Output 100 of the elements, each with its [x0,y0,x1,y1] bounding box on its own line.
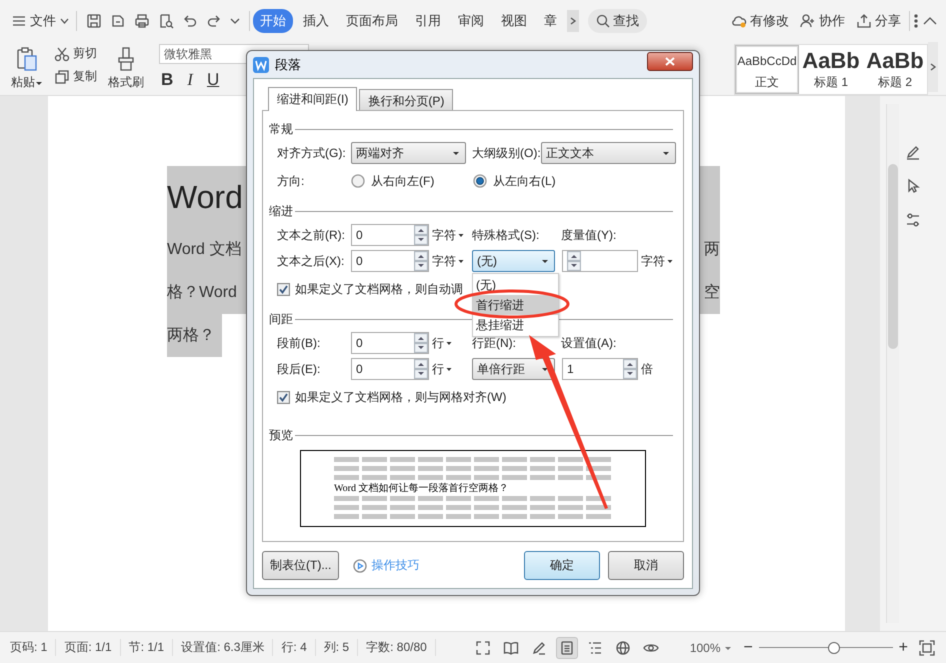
spin-arrows-icon[interactable] [414,333,428,353]
status-field: 字数: 80/80 [358,639,436,656]
number-field[interactable] [562,250,638,272]
ok-button[interactable]: 确定 [524,551,600,580]
zoom-level-dropdown[interactable]: 100% [684,640,738,656]
close-button[interactable] [647,52,693,71]
status-field: 列: 5 [316,639,358,656]
paste-button[interactable]: 粘贴 [8,44,46,93]
number-field[interactable]: 0 [351,224,429,246]
checkbox[interactable] [277,390,290,404]
underline-button[interactable]: U [204,70,222,90]
status-field: 页码: 1 [2,639,56,656]
checkbox-label: 如果定义了文档网格，则与网格对齐(W) [295,388,506,406]
style-option[interactable]: AaBb 标题 1 [799,45,863,94]
radio-button[interactable] [473,174,487,188]
caret-icon [662,150,670,156]
search-field[interactable]: 查找 [588,9,647,33]
fit-window-icon[interactable] [918,638,936,656]
caret-icon [452,150,460,156]
status-field: 节: 1/1 [120,639,174,656]
number-field[interactable]: 0 [351,250,429,272]
field-label: 度量值(Y): [561,226,618,244]
chevron-right-icon[interactable] [567,10,579,32]
app-logo-icon [253,56,269,72]
ribbon-tab[interactable]: 审阅 [451,9,491,33]
dropdown-option[interactable]: 首行缩进 [473,295,558,315]
caret-icon[interactable] [667,258,673,264]
ribbon-tab[interactable]: 页面布局 [339,9,405,33]
cut-button[interactable]: 剪切 [52,44,99,63]
file-menu[interactable]: 文件 [8,10,73,32]
toolbar-action[interactable]: 分享 [853,12,904,30]
format-painter-button[interactable]: 格式刷 [105,44,147,93]
scrollbar-thumb[interactable] [888,164,898,349]
caret-icon[interactable] [458,258,464,264]
number-field[interactable]: 0 [351,332,429,354]
redo-icon[interactable] [206,13,222,29]
caret-icon[interactable] [458,232,464,238]
zoom-out-button[interactable]: − [738,638,759,656]
unit-label: 行 [432,334,444,352]
number-field[interactable]: 1 [562,358,638,380]
person-add-icon [800,13,816,29]
dialog-tab[interactable]: 换行和分页(P) [359,89,454,110]
chevron-up-icon[interactable] [922,16,938,26]
copy-button[interactable]: 复制 [52,67,99,86]
export-icon[interactable] [110,13,126,29]
spin-arrows-icon[interactable] [414,359,428,379]
tab-stops-button[interactable]: 制表位(T)... [262,551,340,580]
style-name: 标题 2 [878,74,912,91]
caret-icon[interactable] [446,340,452,346]
spin-arrows-icon[interactable] [414,251,428,271]
status-field: 行: 4 [273,639,316,656]
spin-arrows-icon[interactable] [623,359,637,379]
style-option[interactable]: AaBb 标题 2 [863,45,927,94]
document-text: 两 [704,240,720,260]
document-text: 两格？ [167,326,215,346]
checkbox[interactable] [277,282,290,296]
save-icon[interactable] [86,13,102,29]
clipboard-icon [16,46,38,72]
bold-button[interactable]: B [159,70,176,90]
unit-label: 倍 [641,360,653,378]
outline-level-dropdown[interactable]: 正文文本 [541,142,676,164]
section-heading: 缩进 [269,202,293,220]
toolbar-action[interactable]: 协作 [797,12,848,30]
ribbon-tab[interactable]: 插入 [296,9,336,33]
tips-link[interactable]: 操作技巧 [347,556,426,575]
caret-icon[interactable] [446,366,452,372]
italic-button[interactable]: I [185,70,195,90]
unit-label: 行 [432,360,444,378]
toolbar-action[interactable]: 有修改 [728,12,792,30]
sliders-icon[interactable] [905,212,921,228]
ribbon-tab[interactable]: 引用 [408,9,448,33]
line-spacing-dropdown[interactable]: 单倍行距 [472,358,555,380]
style-option[interactable]: AaBbCcDd 正文 [735,45,799,94]
more-icon[interactable] [913,13,919,29]
radio-button[interactable] [351,174,365,188]
special-format-dropdown[interactable]: (无) [472,250,555,272]
dialog-tab[interactable]: 缩进和间距(I) [268,87,358,111]
alignment-dropdown[interactable]: 两端对齐 [351,142,466,164]
undo-icon[interactable] [182,13,198,29]
print-icon[interactable] [134,13,150,29]
dropdown-icon[interactable] [230,17,240,25]
zoom-slider-thumb[interactable] [828,642,840,654]
pen-icon[interactable] [905,144,921,160]
ribbon-tab[interactable]: 章 [537,9,564,33]
share-icon [856,13,872,29]
spin-arrows-icon[interactable] [414,225,428,245]
style-sample: AaBb [802,48,860,74]
number-field[interactable]: 0 [351,358,429,380]
section-heading: 预览 [269,426,293,444]
field-label: 设置值(A): [561,334,618,352]
ribbon-tab[interactable]: 开始 [253,9,293,33]
print-preview-icon[interactable] [158,13,174,29]
ribbon-tab[interactable]: 视图 [494,9,534,33]
scroll-right-icon[interactable] [928,42,938,92]
cancel-button[interactable]: 取消 [608,551,684,580]
zoom-in-button[interactable]: + [892,638,914,656]
section-heading: 间距 [269,310,293,328]
view-mode-button[interactable] [556,636,578,658]
paste-label: 粘贴 [11,74,43,91]
spin-arrows-icon[interactable] [567,251,581,271]
